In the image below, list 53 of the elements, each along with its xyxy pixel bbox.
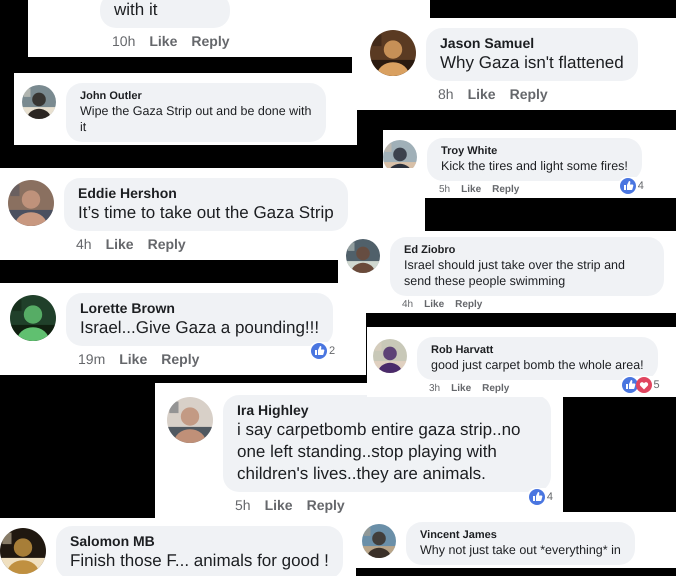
commenter-name[interactable]: Eddie Hershon bbox=[78, 184, 177, 202]
like-link[interactable]: Like bbox=[149, 33, 178, 49]
reply-link[interactable]: Reply bbox=[482, 383, 510, 394]
reaction-badge[interactable]: 2 bbox=[308, 342, 338, 360]
commenter-name[interactable]: Rob Harvatt bbox=[431, 343, 494, 357]
commenter-name[interactable]: John Outler bbox=[80, 89, 142, 103]
timestamp: 4h bbox=[76, 236, 92, 252]
comment-text: with it bbox=[114, 0, 158, 21]
commenter-name[interactable]: Jason Samuel bbox=[440, 34, 534, 52]
comment-text: Why not just take out *everything* in bbox=[420, 542, 621, 558]
reply-link[interactable]: Reply bbox=[191, 33, 230, 49]
reply-link[interactable]: Reply bbox=[161, 351, 200, 367]
reaction-count: 2 bbox=[328, 345, 336, 357]
like-link[interactable]: Like bbox=[468, 86, 496, 102]
comment-text: Israel...Give Gaza a pounding!!! bbox=[80, 317, 320, 339]
reaction-count: 5 bbox=[654, 379, 660, 391]
timestamp: 5h bbox=[439, 184, 450, 195]
reaction-badge[interactable]: 4 bbox=[618, 177, 646, 195]
comment-text: Wipe the Gaza Strip out and be done with it bbox=[80, 103, 312, 135]
comment-text: i say carpetbomb entire gaza strip..no one left standing..stop playing with children's lives..they are animals. bbox=[237, 419, 522, 485]
like-link[interactable]: Like bbox=[451, 383, 472, 394]
timestamp: 10h bbox=[112, 33, 136, 49]
commenter-name[interactable]: Troy White bbox=[441, 144, 498, 158]
timestamp: 8h bbox=[438, 86, 454, 102]
comment-text: Israel should just take over the strip and send these people swimming bbox=[404, 257, 626, 289]
like-link[interactable]: Like bbox=[119, 351, 148, 367]
reply-link[interactable]: Reply bbox=[510, 86, 548, 102]
reply-link[interactable]: Reply bbox=[455, 299, 482, 310]
comment-text: It’s time to take out the Gaza Strip bbox=[78, 202, 334, 224]
comment-text: Kick the tires and light some fires! bbox=[441, 158, 628, 174]
reply-link[interactable]: Reply bbox=[148, 236, 186, 252]
commenter-name[interactable]: Salomon MB bbox=[70, 532, 155, 550]
like-link[interactable]: Like bbox=[264, 497, 293, 513]
timestamp: 19m bbox=[78, 351, 106, 367]
timestamp: 3h bbox=[429, 383, 440, 394]
comment-text: Finish those F... animals for good ! bbox=[70, 550, 329, 572]
like-link[interactable]: Like bbox=[424, 299, 444, 310]
comment-text: Why Gaza isn't flattened bbox=[440, 52, 624, 74]
commenter-name[interactable]: Ira Highley bbox=[237, 401, 309, 419]
timestamp: 4h bbox=[402, 299, 414, 310]
reply-link[interactable]: Reply bbox=[306, 497, 345, 513]
comment-text: good just carpet bomb the whole area! bbox=[431, 357, 644, 373]
reaction-badge[interactable]: 5 bbox=[620, 376, 662, 394]
like-link[interactable]: Like bbox=[461, 184, 482, 195]
commenter-name[interactable]: Ed Ziobro bbox=[404, 243, 456, 257]
commenter-name[interactable]: Vincent James bbox=[420, 528, 497, 542]
commenter-name[interactable]: Lorette Brown bbox=[80, 299, 175, 317]
reaction-count: 4 bbox=[638, 180, 644, 192]
reaction-count: 4 bbox=[546, 491, 553, 503]
reaction-badge[interactable]: 4 bbox=[526, 488, 555, 506]
like-link[interactable]: Like bbox=[106, 236, 134, 252]
timestamp: 5h bbox=[235, 497, 251, 513]
reply-link[interactable]: Reply bbox=[492, 184, 520, 195]
